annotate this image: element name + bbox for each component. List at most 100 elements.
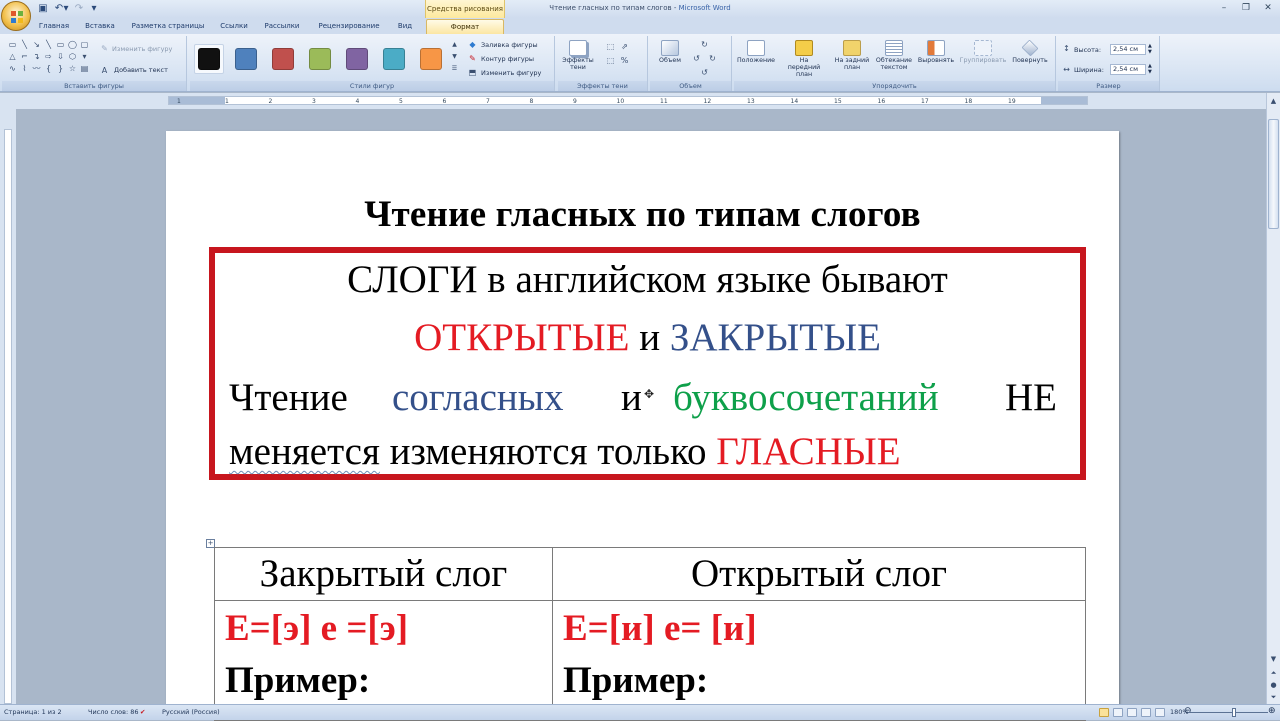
scroll-down-icon[interactable]: ▼ [1268, 653, 1279, 665]
nudge-shadow-up-icon[interactable]: ⬚ [606, 42, 615, 51]
group-objects-button[interactable]: Группировать [958, 38, 1008, 78]
height-spin-icon[interactable]: ▲ ▼ [1148, 43, 1152, 55]
shadow-effects-button[interactable]: Эффекты тени [558, 38, 598, 78]
next-page-icon[interactable]: ⏷ [1268, 691, 1279, 703]
send-back-button[interactable]: На задний план [832, 38, 872, 78]
gallery-down-icon[interactable]: ▼ [450, 52, 459, 61]
rotate-button[interactable]: Повернуть [1010, 38, 1050, 78]
shape-freeform-icon[interactable]: ⌇ [20, 64, 29, 73]
style-swatch-blue[interactable] [235, 48, 257, 70]
close-icon[interactable]: ✕ [1258, 2, 1278, 15]
shape-brace-right-icon[interactable]: } [56, 64, 65, 73]
closed-syllable-cell[interactable]: Е=[э] е =[э] Пример: [214, 600, 553, 721]
tab-format[interactable]: Формат [426, 19, 504, 34]
shape-textbox-icon[interactable]: ▭ [8, 40, 17, 49]
office-button[interactable] [1, 1, 31, 31]
tab-home[interactable]: Главная [32, 19, 76, 34]
print-layout-view-button[interactable] [1099, 708, 1109, 717]
header-closed-syllable[interactable]: Закрытый слог [214, 547, 553, 601]
full-screen-view-button[interactable] [1113, 708, 1123, 717]
shape-scribble-icon[interactable]: 〰 [32, 64, 41, 73]
draft-view-button[interactable] [1155, 708, 1165, 717]
scroll-up-icon[interactable]: ▲ [1268, 95, 1279, 107]
shape-line-icon[interactable]: ╲ [20, 40, 29, 49]
tilt-right-icon[interactable]: ↻ [708, 54, 717, 63]
tab-review[interactable]: Рецензирование [314, 19, 384, 34]
shape-rounded-rect-icon[interactable]: ▢ [80, 40, 89, 49]
language-indicator[interactable]: Русский (Россия) [162, 708, 220, 716]
nudge-shadow-right-icon[interactable]: ⇗ [620, 42, 629, 51]
width-input[interactable]: 2,54 см [1110, 64, 1146, 75]
change-shape-button[interactable]: Изменить фигуру [481, 69, 541, 77]
add-text-label[interactable]: Добавить текст [114, 66, 168, 74]
bring-front-button[interactable]: На передний план [784, 38, 824, 78]
open-syllable-cell[interactable]: Е=[и] е= [и] Пример: [552, 600, 1086, 721]
width-spin-icon[interactable]: ▲ ▼ [1148, 63, 1152, 75]
shape-elbow-arrow-icon[interactable]: ↴ [32, 52, 41, 61]
shape-right-arrow-icon[interactable]: ⇨ [44, 52, 53, 61]
vertical-ruler[interactable] [0, 109, 16, 704]
shape-curve-icon[interactable]: ∿ [8, 64, 17, 73]
shape-line2-icon[interactable]: ╲ [44, 40, 53, 49]
shape-more-icon[interactable]: ▾ [80, 52, 89, 61]
document-page[interactable]: Чтение гласных по типам слогов СЛОГИ в а… [166, 131, 1119, 721]
shape-star-icon[interactable]: ☆ [68, 64, 77, 73]
tab-insert[interactable]: Вставка [80, 19, 120, 34]
gallery-more-icon[interactable]: ☰ [450, 64, 459, 73]
shape-hexagon-icon[interactable]: ⬡ [68, 52, 77, 61]
zoom-in-icon[interactable]: ⊕ [1268, 706, 1276, 716]
height-icon: ↕ [1063, 44, 1070, 53]
shape-fill-button[interactable]: Заливка фигуры [481, 41, 538, 49]
syllables-frame[interactable]: СЛОГИ в английском языке бывают ОТКРЫТЫЕ… [209, 247, 1086, 480]
edit-shape-label[interactable]: Изменить фигуру [112, 45, 172, 53]
tab-view[interactable]: Вид [392, 19, 418, 34]
restore-icon[interactable]: ❐ [1236, 2, 1256, 15]
shape-rectangle-icon[interactable]: ▭ [56, 40, 65, 49]
shape-gallery-icon[interactable]: ▤ [80, 64, 89, 73]
style-swatch-purple[interactable] [346, 48, 368, 70]
shape-brace-left-icon[interactable]: { [44, 64, 53, 73]
style-swatch-red[interactable] [272, 48, 294, 70]
align-button[interactable]: Выровнять [916, 38, 956, 78]
spelling-icon[interactable]: ✔ [140, 708, 145, 716]
web-layout-view-button[interactable] [1127, 708, 1137, 717]
nudge-shadow-left-icon[interactable]: ⬚ [606, 56, 615, 65]
gallery-up-icon[interactable]: ▲ [450, 40, 459, 49]
tab-page-layout[interactable]: Разметка страницы [128, 19, 208, 34]
scroll-thumb[interactable] [1268, 119, 1279, 229]
header-open-syllable[interactable]: Открытый слог [552, 547, 1086, 601]
style-swatch-black[interactable] [198, 48, 220, 70]
shape-elbow-icon[interactable]: ⌐ [20, 52, 29, 61]
tab-mailings[interactable]: Рассылки [260, 19, 304, 34]
zoom-slider[interactable] [1188, 712, 1268, 713]
zoom-slider-thumb[interactable] [1232, 708, 1236, 717]
style-swatch-orange[interactable] [420, 48, 442, 70]
ruler-number: 15 [834, 98, 842, 105]
browse-object-icon[interactable]: ● [1268, 679, 1279, 691]
page-count[interactable]: Страница: 1 из 2 [4, 708, 62, 716]
volume-button[interactable]: Объем [650, 38, 690, 78]
shadow-toggle-icon[interactable]: % [620, 56, 629, 65]
tilt-up-icon[interactable]: ↻ [700, 40, 709, 49]
shape-arrow-line-icon[interactable]: ↘ [32, 40, 41, 49]
tab-references[interactable]: Ссылки [216, 19, 252, 34]
outline-view-button[interactable] [1141, 708, 1151, 717]
shape-outline-button[interactable]: Контур фигуры [481, 55, 534, 63]
shape-oval-icon[interactable]: ◯ [68, 40, 77, 49]
style-swatch-aqua[interactable] [383, 48, 405, 70]
tilt-left-icon[interactable]: ↺ [692, 54, 701, 63]
minimize-icon[interactable]: – [1214, 2, 1234, 15]
horizontal-ruler[interactable]: 1 1 2 3 4 5 6 7 8 9 10 11 12 13 14 15 16 17 18 19 [0, 93, 1280, 109]
zoom-out-icon[interactable]: ⊖ [1184, 706, 1192, 716]
word-count[interactable]: Число слов: 86 [88, 708, 139, 716]
syllable-table[interactable]: Закрытый слог Открытый слог Е=[э] е =[э]… [214, 547, 1086, 721]
prev-page-icon[interactable]: ⏶ [1268, 667, 1279, 679]
text-wrap-button[interactable]: Обтекание текстом [874, 38, 914, 78]
shape-down-arrow-icon[interactable]: ⇩ [56, 52, 65, 61]
shape-triangle-icon[interactable]: △ [8, 52, 17, 61]
position-button[interactable]: Положение [736, 38, 776, 78]
tilt-down-icon[interactable]: ↺ [700, 68, 709, 77]
style-swatch-green[interactable] [309, 48, 331, 70]
vertical-scrollbar[interactable]: ▲ ▼ ⏶ ● ⏷ [1266, 93, 1280, 704]
height-input[interactable]: 2,54 см [1110, 44, 1146, 55]
